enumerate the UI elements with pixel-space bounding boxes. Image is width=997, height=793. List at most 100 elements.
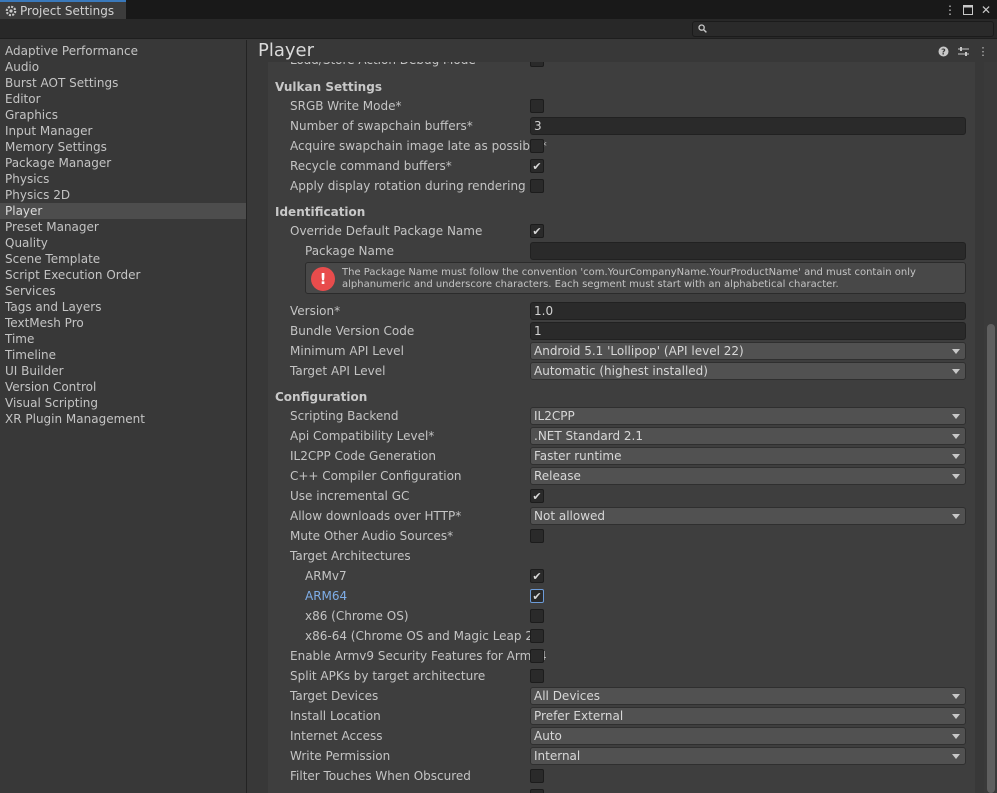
cpp-compiler-dropdown[interactable]: Release (530, 467, 966, 485)
dropdown-arrow-icon (952, 369, 960, 374)
sidebar-item-preset-manager[interactable]: Preset Manager (0, 219, 246, 235)
dropdown-arrow-icon (952, 514, 960, 519)
load-store-debug-checkbox[interactable] (530, 62, 544, 67)
sidebar-item-tags-and-layers[interactable]: Tags and Layers (0, 299, 246, 315)
presets-icon[interactable] (957, 45, 969, 57)
x86-64-checkbox[interactable] (530, 629, 544, 643)
setting-label: x86-64 (Chrome OS and Magic Leap 2) (305, 629, 538, 643)
scrollbar-thumb[interactable] (987, 324, 995, 793)
inspector-scrollbar[interactable] (984, 62, 997, 793)
dropdown-arrow-icon (952, 714, 960, 719)
filter-touches-checkbox[interactable] (530, 769, 544, 783)
srgb-write-mode-checkbox[interactable] (530, 99, 544, 113)
version-field[interactable]: 1.0 (530, 302, 966, 320)
sidebar-item-time[interactable]: Time (0, 331, 246, 347)
internet-access-dropdown[interactable]: Auto (530, 727, 966, 745)
setting-label: Number of swapchain buffers* (290, 119, 473, 133)
sidebar-item-player[interactable]: Player (0, 203, 246, 219)
sidebar-item-version-control[interactable]: Version Control (0, 379, 246, 395)
arm64-checkbox[interactable]: ✔ (530, 589, 544, 603)
row-recycle-command-buffers: Recycle command buffers* ✔ (268, 156, 975, 176)
target-api-level-dropdown[interactable]: Automatic (highest installed) (530, 362, 966, 380)
dropdown-value: Android 5.1 'Lollipop' (API level 22) (534, 344, 744, 358)
more-vert-icon[interactable]: ⋮ (977, 45, 989, 58)
write-permission-dropdown[interactable]: Internal (530, 747, 966, 765)
setting-label: ARM64 (305, 589, 348, 603)
checkmark-icon: ✔ (532, 569, 542, 583)
page-title: Player (258, 40, 315, 61)
error-icon: ! (311, 267, 335, 291)
header-icons: ? ⋮ (937, 45, 989, 58)
maximize-icon[interactable] (962, 3, 974, 17)
row-il2cpp-code-generation: IL2CPP Code Generation Faster runtime (268, 446, 975, 466)
il2cpp-codegen-dropdown[interactable]: Faster runtime (530, 447, 966, 465)
package-name-error-box: ! The Package Name must follow the conve… (305, 262, 966, 294)
row-mute-other-audio: Mute Other Audio Sources* (268, 526, 975, 546)
section-configuration[interactable]: Configuration (275, 387, 367, 407)
sidebar-item-memory-settings[interactable]: Memory Settings (0, 139, 246, 155)
partial-bottom-checkbox[interactable] (530, 789, 544, 793)
window-tab-project-settings[interactable]: Project Settings (0, 0, 126, 19)
override-package-name-checkbox[interactable]: ✔ (530, 224, 544, 238)
sidebar-item-input-manager[interactable]: Input Manager (0, 123, 246, 139)
sidebar-item-editor[interactable]: Editor (0, 91, 246, 107)
sidebar-item-scene-template[interactable]: Scene Template (0, 251, 246, 267)
split-apks-checkbox[interactable] (530, 669, 544, 683)
target-devices-dropdown[interactable]: All Devices (530, 687, 966, 705)
sidebar-item-services[interactable]: Services (0, 283, 246, 299)
gear-icon (4, 4, 17, 17)
help-icon[interactable]: ? (937, 45, 949, 57)
sidebar-item-physics-2d[interactable]: Physics 2D (0, 187, 246, 203)
close-icon[interactable]: ✕ (980, 3, 992, 17)
row-target-api-level: Target API Level Automatic (highest inst… (268, 361, 975, 381)
scripting-backend-dropdown[interactable]: IL2CPP (530, 407, 966, 425)
install-location-dropdown[interactable]: Prefer External (530, 707, 966, 725)
setting-label: Api Compatibility Level* (290, 429, 435, 443)
setting-label: ARMv7 (305, 569, 347, 583)
sidebar-item-graphics[interactable]: Graphics (0, 107, 246, 123)
window-controls: ⋮ ✕ (944, 0, 997, 19)
sidebar-item-textmesh-pro[interactable]: TextMesh Pro (0, 315, 246, 331)
sidebar-item-quality[interactable]: Quality (0, 235, 246, 251)
setting-label: Enable Armv9 Security Features for Arm64 (290, 649, 547, 663)
sidebar-item-visual-scripting[interactable]: Visual Scripting (0, 395, 246, 411)
row-version: Version* 1.0 (268, 301, 975, 321)
sidebar-item-burst-aot-settings[interactable]: Burst AOT Settings (0, 75, 246, 91)
row-incremental-gc: Use incremental GC ✔ (268, 486, 975, 506)
section-identification[interactable]: Identification (275, 202, 365, 222)
row-minimum-api-level: Minimum API Level Android 5.1 'Lollipop'… (268, 341, 975, 361)
sidebar-item-physics[interactable]: Physics (0, 171, 246, 187)
row-filter-touches: Filter Touches When Obscured (268, 766, 975, 786)
minimum-api-level-dropdown[interactable]: Android 5.1 'Lollipop' (API level 22) (530, 342, 966, 360)
sidebar-item-ui-builder[interactable]: UI Builder (0, 363, 246, 379)
row-write-permission: Write Permission Internal (268, 746, 975, 766)
downloads-over-http-dropdown[interactable]: Not allowed (530, 507, 966, 525)
x86-checkbox[interactable] (530, 609, 544, 623)
recycle-command-buffers-checkbox[interactable]: ✔ (530, 159, 544, 173)
sidebar-item-package-manager[interactable]: Package Manager (0, 155, 246, 171)
bundle-version-code-field[interactable]: 1 (530, 322, 966, 340)
section-vulkan-settings[interactable]: Vulkan Settings (275, 77, 382, 97)
sidebar-item-xr-plugin-management[interactable]: XR Plugin Management (0, 411, 246, 427)
package-name-field[interactable] (530, 242, 966, 260)
sidebar-item-audio[interactable]: Audio (0, 59, 246, 75)
sidebar-list: Adaptive Performance Audio Burst AOT Setti… (0, 40, 246, 427)
armv9-security-checkbox[interactable] (530, 649, 544, 663)
window-tab-label: Project Settings (20, 3, 115, 18)
row-scripting-backend: Scripting Backend IL2CPP (268, 406, 975, 426)
incremental-gc-checkbox[interactable]: ✔ (530, 489, 544, 503)
mute-other-audio-checkbox[interactable] (530, 529, 544, 543)
setting-label: C++ Compiler Configuration (290, 469, 462, 483)
swapchain-buffers-field[interactable]: 3 (530, 117, 966, 135)
more-vert-icon[interactable]: ⋮ (944, 3, 956, 17)
sidebar-item-adaptive-performance[interactable]: Adaptive Performance (0, 43, 246, 59)
acquire-swapchain-late-checkbox[interactable] (530, 139, 544, 153)
inspector-panel: Player ? ⋮ Load/Store Action Debug Mode … (248, 40, 997, 793)
api-compatibility-dropdown[interactable]: .NET Standard 2.1 (530, 427, 966, 445)
armv7-checkbox[interactable]: ✔ (530, 569, 544, 583)
setting-label: Split APKs by target architecture (290, 669, 486, 683)
sidebar-item-timeline[interactable]: Timeline (0, 347, 246, 363)
display-rotation-checkbox[interactable] (530, 179, 544, 193)
search-input[interactable] (692, 21, 994, 37)
sidebar-item-script-execution-order[interactable]: Script Execution Order (0, 267, 246, 283)
